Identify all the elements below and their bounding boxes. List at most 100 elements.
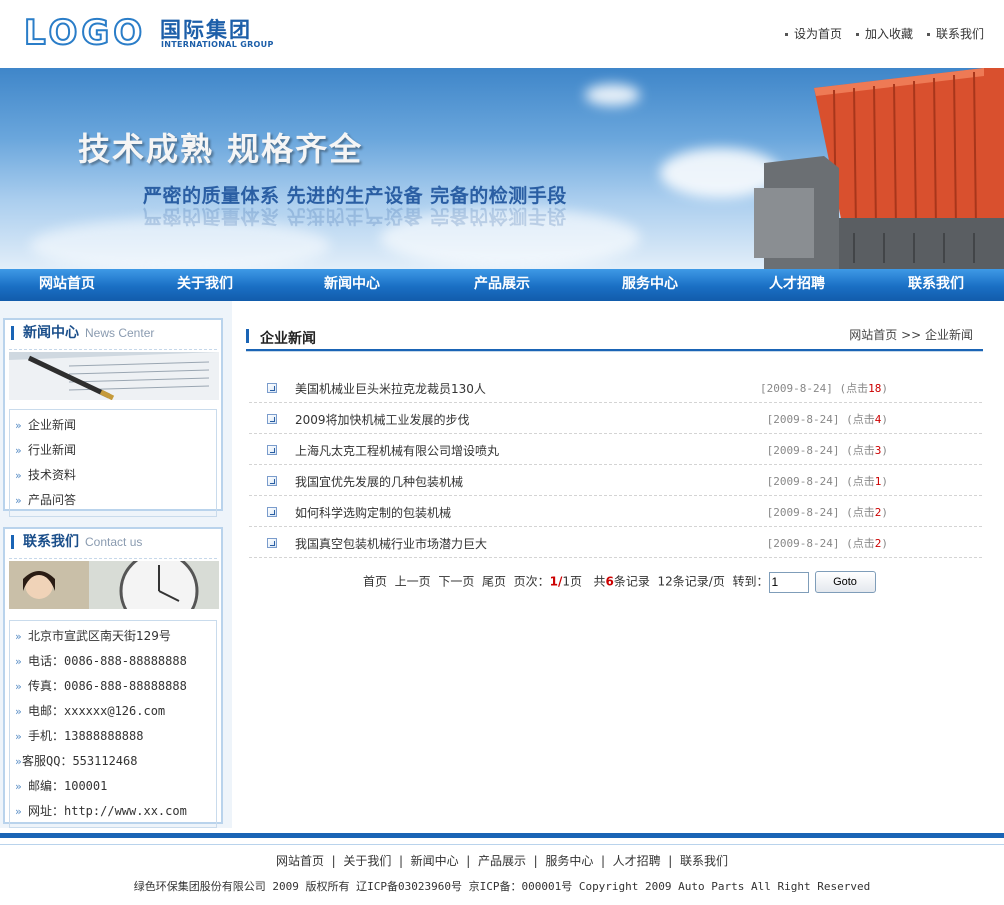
news-clicks-prefix: (点击 [846,537,875,550]
footer-link-products[interactable]: 产品展示 [478,854,526,868]
news-row[interactable]: 我国真空包装机械行业市场潜力巨大 [2009-8-24] (点击2) [249,527,982,558]
footer-link-careers[interactable]: 人才招聘 [613,854,661,868]
pen-document-image [9,352,219,401]
news-date: [2009-8-24] [766,506,840,519]
boiler-machine-image [754,68,1004,269]
news-title[interactable]: 2009将加快机械工业发展的步伐 [295,411,470,428]
news-title[interactable]: 我国宜优先发展的几种包装机械 [295,473,463,490]
news-clicks-suffix: ) [881,444,888,457]
sidebar-item-tech-docs[interactable]: 技术资料 [10,463,216,488]
news-center-title-en: News Center [85,326,155,340]
nav-about[interactable]: 关于我们 [138,269,272,301]
nav-contact[interactable]: 联系我们 [869,269,1003,301]
pager-page-current: 1 [549,574,558,589]
news-meta: [2009-8-24] (点击1) [767,473,888,489]
set-homepage-link[interactable]: 设为首页 [784,25,842,42]
contact-website[interactable]: 网址：http://www.xx.com [10,799,216,824]
logo-company-name-en: INTERNATIONAL GROUP [161,40,274,49]
news-category-list: 企业新闻 行业新闻 技术资料 产品问答 [9,409,217,517]
footer-copyright: 绿色环保集团股份有限公司 2009 版权所有 辽ICP备03023960号 京I… [133,880,871,893]
pager-last[interactable]: 尾页 [482,575,506,589]
pager-first[interactable]: 首页 [363,575,387,589]
arrow-down-right-icon [267,507,277,517]
nav-service[interactable]: 服务中心 [583,269,717,301]
sidebar-item-product-qa[interactable]: 产品问答 [10,488,216,513]
news-title[interactable]: 如何科学选购定制的包装机械 [295,504,451,521]
pager-goto-label: 转到： [732,574,769,589]
pager-page-unit: 页 [570,574,583,589]
news-clicks-prefix: (点击 [846,413,875,426]
news-list: 美国机械业巨头米拉克龙裁员130人 [2009-8-24] (点击18) 200… [249,372,982,558]
main-nav: 网站首页 关于我们 新闻中心 产品展示 服务中心 人才招聘 联系我们 [0,269,1004,301]
contact-qq: 客服QQ：553112468 [10,749,216,774]
news-row[interactable]: 如何科学选购定制的包装机械 [2009-8-24] (点击2) [249,496,982,527]
logo-wordmark[interactable]: LOGO [23,12,146,54]
pagination: 首页 上一页 下一页 尾页 页次：1/1页 共6条记录 12条记录/页 转到：G… [363,571,876,593]
news-row[interactable]: 2009将加快机械工业发展的步伐 [2009-8-24] (点击4) [249,403,982,434]
contact-us-top-link[interactable]: 联系我们 [926,25,984,42]
news-title[interactable]: 上海凡太克工程机械有限公司增设喷丸 [295,442,499,459]
news-date: [2009-8-24] [760,382,833,395]
contact-title-en: Contact us [85,535,143,549]
contact-title: 联系我们 Contact us [9,529,217,559]
pager-next[interactable]: 下一页 [438,575,474,589]
pager-prev[interactable]: 上一页 [395,575,431,589]
footer-divider [0,833,1004,845]
arrow-down-right-icon [267,538,277,548]
goto-button[interactable]: Goto [814,571,876,593]
pager-total-prefix: 共 [593,574,606,589]
news-clicks-suffix: ) [881,475,888,488]
bullet-icon [855,33,859,36]
pager-page-label: 页次： [513,574,550,589]
customer-service-image [9,551,219,631]
banner-headline: 技术成熟 规格齐全 [78,130,364,168]
contact-fax: 传真：0086-888-88888888 [10,674,216,699]
nav-news[interactable]: 新闻中心 [285,269,419,301]
news-clicks-suffix: ) [881,382,888,395]
arrow-down-right-icon [267,445,277,455]
footer-link-home[interactable]: 网站首页 [276,854,324,868]
news-meta: [2009-8-24] (点击2) [767,504,888,520]
breadcrumb[interactable]: 网站首页 >> 企业新闻 [849,326,973,343]
news-clicks-prefix: (点击 [846,475,875,488]
news-row[interactable]: 我国宜优先发展的几种包装机械 [2009-8-24] (点击1) [249,465,982,496]
page-title: 企业新闻 [246,328,316,348]
news-title[interactable]: 美国机械业巨头米拉克龙裁员130人 [295,380,486,397]
news-clicks-prefix: (点击 [839,382,869,395]
news-row[interactable]: 美国机械业巨头米拉克龙裁员130人 [2009-8-24] (点击18) [249,372,982,403]
news-center-title-cn: 新闻中心 [23,325,79,341]
news-clicks-suffix: ) [881,506,888,519]
news-meta: [2009-8-24] (点击4) [767,411,888,427]
footer-link-service[interactable]: 服务中心 [545,854,593,868]
news-title[interactable]: 我国真空包装机械行业市场潜力巨大 [295,535,487,552]
news-clicks-suffix: ) [881,537,888,550]
news-center-title: 新闻中心 News Center [9,320,217,350]
goto-page-input[interactable] [768,571,809,593]
main-content: 企业新闻 网站首页 >> 企业新闻 美国机械业巨头米拉克龙裁员130人 [200… [233,317,999,825]
news-date: [2009-8-24] [766,413,840,426]
contact-email[interactable]: 电邮：xxxxxx@126.com [10,699,216,724]
pager-page-total: 1 [562,574,571,589]
nav-home[interactable]: 网站首页 [0,269,134,301]
contact-postcode: 邮编：100001 [10,774,216,799]
footer-link-about[interactable]: 关于我们 [343,854,391,868]
news-row[interactable]: 上海凡太克工程机械有限公司增设喷丸 [2009-8-24] (点击3) [249,434,982,465]
footer-link-news[interactable]: 新闻中心 [411,854,459,868]
set-homepage-label: 设为首页 [793,27,842,41]
contact-mobile: 手机：13888888888 [10,724,216,749]
sidebar-item-company-news[interactable]: 企业新闻 [10,413,216,438]
nav-products[interactable]: 产品展示 [435,269,569,301]
sidebar-item-industry-news[interactable]: 行业新闻 [10,438,216,463]
add-favorites-link[interactable]: 加入收藏 [855,25,913,42]
news-date: [2009-8-24] [766,444,840,457]
hero-banner: 技术成熟 规格齐全 严密的质量体系 先进的生产设备 完备的检测手段 严密的质量体… [0,68,1004,269]
nav-careers[interactable]: 人才招聘 [730,269,864,301]
contact-us-top-label: 联系我们 [935,27,984,41]
footer-link-contact[interactable]: 联系我们 [680,854,728,868]
news-meta: [2009-8-24] (点击3) [767,442,888,458]
cloud-shape [585,84,640,106]
news-clicks-suffix: ) [881,413,888,426]
pager-total-suffix: 条记录 [613,574,650,589]
contact-address: 北京市宣武区南天街129号 [10,624,216,649]
pager-per-page: 12条记录/页 [657,574,725,589]
